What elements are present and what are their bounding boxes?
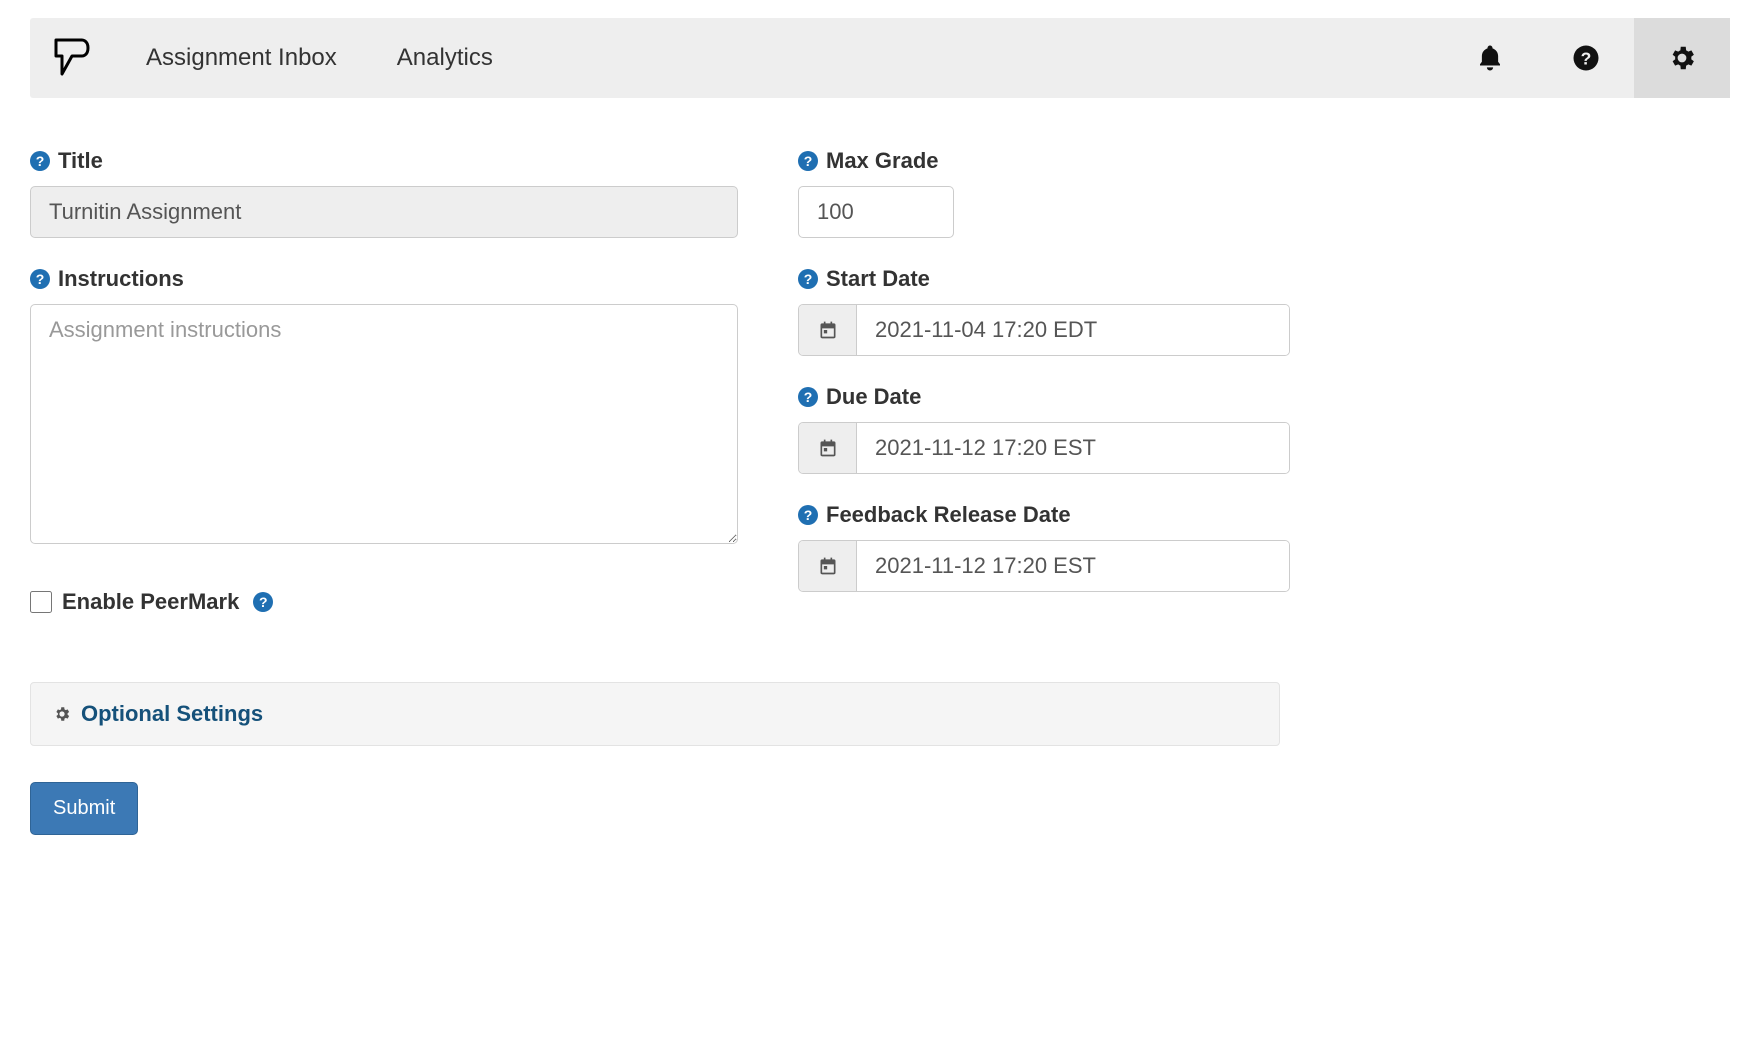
help-circle-icon: ? <box>1571 43 1601 73</box>
optional-settings-label: Optional Settings <box>81 701 263 727</box>
instructions-help-icon[interactable]: ? <box>30 269 50 289</box>
notifications-button[interactable] <box>1442 18 1538 98</box>
start-date-help-icon[interactable]: ? <box>798 269 818 289</box>
due-date-label: Due Date <box>826 384 921 410</box>
start-date-field: ? Start Date <box>798 266 1290 356</box>
max-grade-input[interactable] <box>798 186 954 238</box>
instructions-textarea[interactable] <box>30 304 738 544</box>
title-label: Title <box>58 148 103 174</box>
start-date-label: Start Date <box>826 266 930 292</box>
bell-icon <box>1475 43 1505 73</box>
due-date-field: ? Due Date <box>798 384 1290 474</box>
turnitin-logo-icon <box>48 34 96 82</box>
submit-button[interactable]: Submit <box>30 782 138 835</box>
feedback-date-input[interactable] <box>857 541 1289 591</box>
assignment-form: ? Title ? Instructions Enable PeerMark ? <box>30 98 1330 620</box>
max-grade-label: Max Grade <box>826 148 939 174</box>
nav-analytics[interactable]: Analytics <box>397 44 493 72</box>
instructions-label: Instructions <box>58 266 184 292</box>
settings-button[interactable] <box>1634 18 1730 98</box>
svg-text:?: ? <box>1581 48 1592 68</box>
start-date-input[interactable] <box>857 305 1289 355</box>
start-date-picker-button[interactable] <box>799 305 857 355</box>
optional-settings-toggle[interactable]: Optional Settings <box>30 682 1280 746</box>
feedback-date-picker-button[interactable] <box>799 541 857 591</box>
feedback-date-field: ? Feedback Release Date <box>798 502 1290 592</box>
app-logo <box>48 34 96 82</box>
title-help-icon[interactable]: ? <box>30 151 50 171</box>
feedback-date-help-icon[interactable]: ? <box>798 505 818 525</box>
gear-icon <box>53 705 71 723</box>
due-date-picker-button[interactable] <box>799 423 857 473</box>
calendar-icon <box>818 320 838 340</box>
gear-icon <box>1667 43 1697 73</box>
due-date-help-icon[interactable]: ? <box>798 387 818 407</box>
nav-assignment-inbox[interactable]: Assignment Inbox <box>146 44 337 72</box>
peermark-help-icon[interactable]: ? <box>253 592 273 612</box>
instructions-field: ? Instructions <box>30 266 738 549</box>
feedback-date-label: Feedback Release Date <box>826 502 1071 528</box>
title-input[interactable] <box>30 186 738 238</box>
max-grade-field: ? Max Grade <box>798 148 1290 238</box>
calendar-icon <box>818 438 838 458</box>
due-date-input[interactable] <box>857 423 1289 473</box>
enable-peermark-checkbox[interactable] <box>30 591 52 613</box>
enable-peermark-row: Enable PeerMark ? <box>30 589 738 615</box>
max-grade-help-icon[interactable]: ? <box>798 151 818 171</box>
enable-peermark-label: Enable PeerMark <box>62 589 239 615</box>
help-button[interactable]: ? <box>1538 18 1634 98</box>
calendar-icon <box>818 556 838 576</box>
topbar: Assignment Inbox Analytics ? <box>30 18 1730 98</box>
title-field: ? Title <box>30 148 738 238</box>
